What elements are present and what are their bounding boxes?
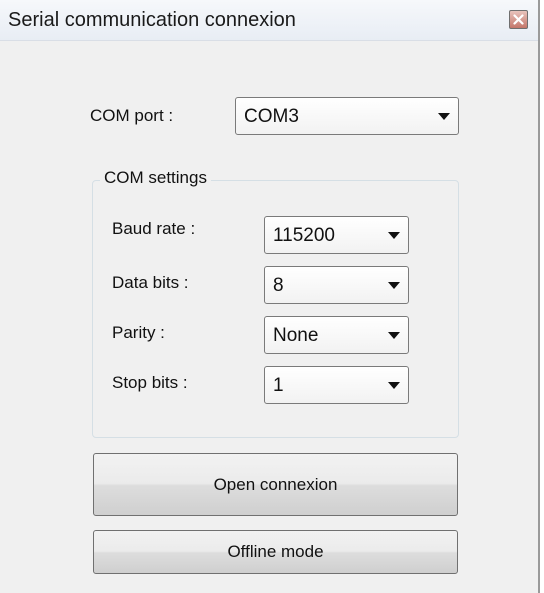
serial-connexion-dialog: Serial communication connexion COM port … <box>0 0 540 593</box>
com-settings-legend: COM settings <box>100 168 211 188</box>
close-icon <box>513 14 524 25</box>
baud-rate-value: 115200 <box>273 225 335 246</box>
parity-label: Parity : <box>112 323 165 342</box>
stop-bits-value: 1 <box>273 375 284 396</box>
data-bits-value: 8 <box>273 275 284 296</box>
com-port-value: COM3 <box>244 106 299 127</box>
title-bar: Serial communication connexion <box>0 0 538 41</box>
data-bits-select[interactable]: 8 <box>264 266 409 304</box>
com-port-label: COM port : <box>90 106 174 125</box>
data-bits-label: Data bits : <box>112 273 189 292</box>
stop-bits-select[interactable]: 1 <box>264 366 409 404</box>
chevron-down-icon <box>438 113 450 120</box>
parity-value: None <box>273 325 319 346</box>
offline-mode-button[interactable]: Offline mode <box>93 530 458 574</box>
chevron-down-icon <box>388 382 400 389</box>
chevron-down-icon <box>388 232 400 239</box>
open-connexion-button[interactable]: Open connexion <box>93 453 458 516</box>
stop-bits-label: Stop bits : <box>112 373 188 392</box>
window-title: Serial communication connexion <box>8 9 296 31</box>
baud-rate-label: Baud rate : <box>112 219 196 238</box>
close-button[interactable] <box>509 10 528 29</box>
com-port-select[interactable]: COM3 <box>235 97 459 135</box>
chevron-down-icon <box>388 282 400 289</box>
parity-select[interactable]: None <box>264 316 409 354</box>
baud-rate-select[interactable]: 115200 <box>264 216 409 254</box>
chevron-down-icon <box>388 332 400 339</box>
